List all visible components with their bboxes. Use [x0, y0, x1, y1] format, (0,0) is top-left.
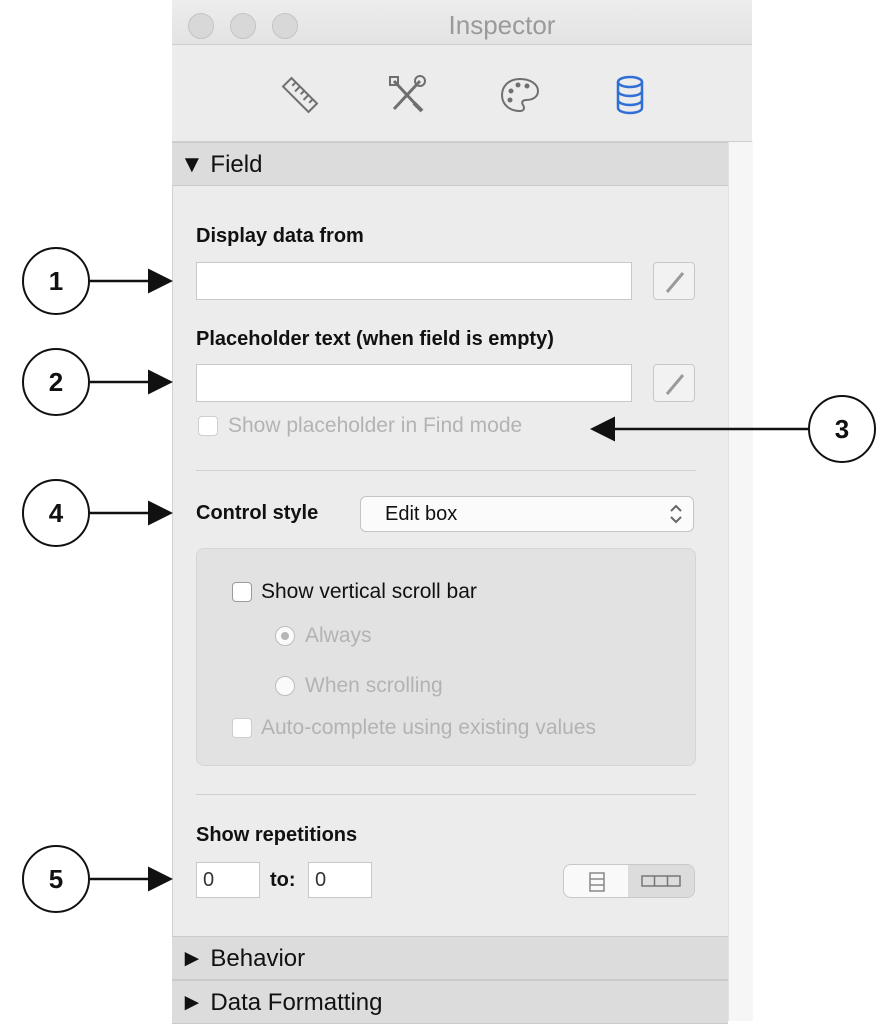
- callout-1: 1: [22, 247, 90, 315]
- callout-5: 5: [22, 845, 90, 913]
- callout-4: 4: [22, 479, 90, 547]
- callout-arrows: [90, 268, 808, 892]
- callout-3: 3: [808, 395, 876, 463]
- callout-2: 2: [22, 348, 90, 416]
